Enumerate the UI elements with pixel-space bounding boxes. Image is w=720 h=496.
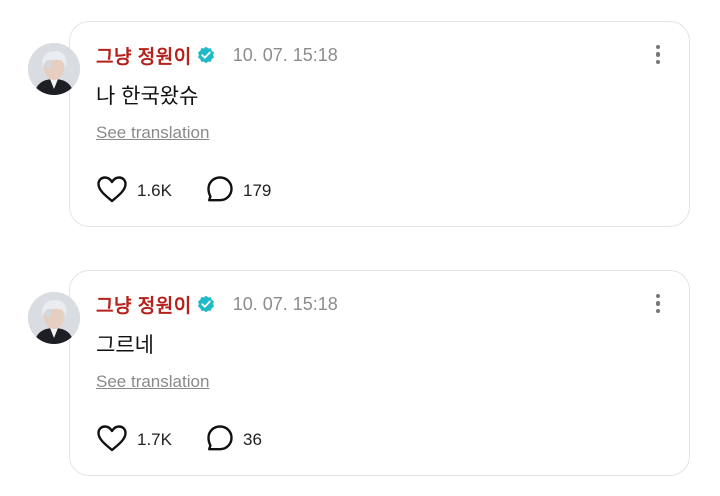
verified-badge-icon bbox=[197, 295, 215, 313]
see-translation-link[interactable]: See translation bbox=[96, 123, 209, 143]
like-button[interactable]: 1.7K bbox=[96, 424, 172, 457]
post-1: 그냥 정원이 10. 07. 15:18 나 한국왔슈 See translat… bbox=[0, 0, 720, 240]
comment-count: 179 bbox=[242, 181, 272, 200]
comment-count: 36 bbox=[242, 430, 262, 449]
author-name[interactable]: 그냥 정원이 bbox=[96, 42, 192, 69]
post-date: 10. 07. 15:18 bbox=[232, 44, 338, 65]
more-vertical-icon[interactable] bbox=[650, 42, 666, 68]
heart-outline-icon bbox=[96, 175, 128, 208]
post-header: 그냥 정원이 10. 07. 15:18 bbox=[96, 42, 338, 68]
comment-button[interactable]: 179 bbox=[206, 175, 271, 208]
speech-bubble-icon bbox=[206, 424, 234, 457]
like-button[interactable]: 1.6K bbox=[96, 175, 172, 208]
avatar[interactable] bbox=[28, 292, 80, 344]
post-text: 그르네 bbox=[96, 334, 154, 357]
comment-button[interactable]: 36 bbox=[206, 424, 262, 457]
avatar[interactable] bbox=[28, 43, 80, 95]
post-2: 그냥 정원이 10. 07. 15:18 그르네 See translation… bbox=[0, 249, 720, 489]
post-text: 나 한국왔슈 bbox=[96, 85, 199, 108]
heart-outline-icon bbox=[96, 424, 128, 457]
author-name[interactable]: 그냥 정원이 bbox=[96, 291, 192, 318]
speech-bubble-icon bbox=[206, 175, 234, 208]
verified-badge-icon bbox=[197, 46, 215, 64]
post-actions: 1.6K 179 bbox=[96, 174, 271, 208]
see-translation-link[interactable]: See translation bbox=[96, 372, 209, 392]
like-count: 1.6K bbox=[137, 181, 172, 200]
more-vertical-icon[interactable] bbox=[650, 291, 666, 317]
post-date: 10. 07. 15:18 bbox=[232, 293, 338, 314]
like-count: 1.7K bbox=[137, 430, 172, 449]
post-actions: 1.7K 36 bbox=[96, 423, 262, 457]
post-header: 그냥 정원이 10. 07. 15:18 bbox=[96, 291, 338, 317]
